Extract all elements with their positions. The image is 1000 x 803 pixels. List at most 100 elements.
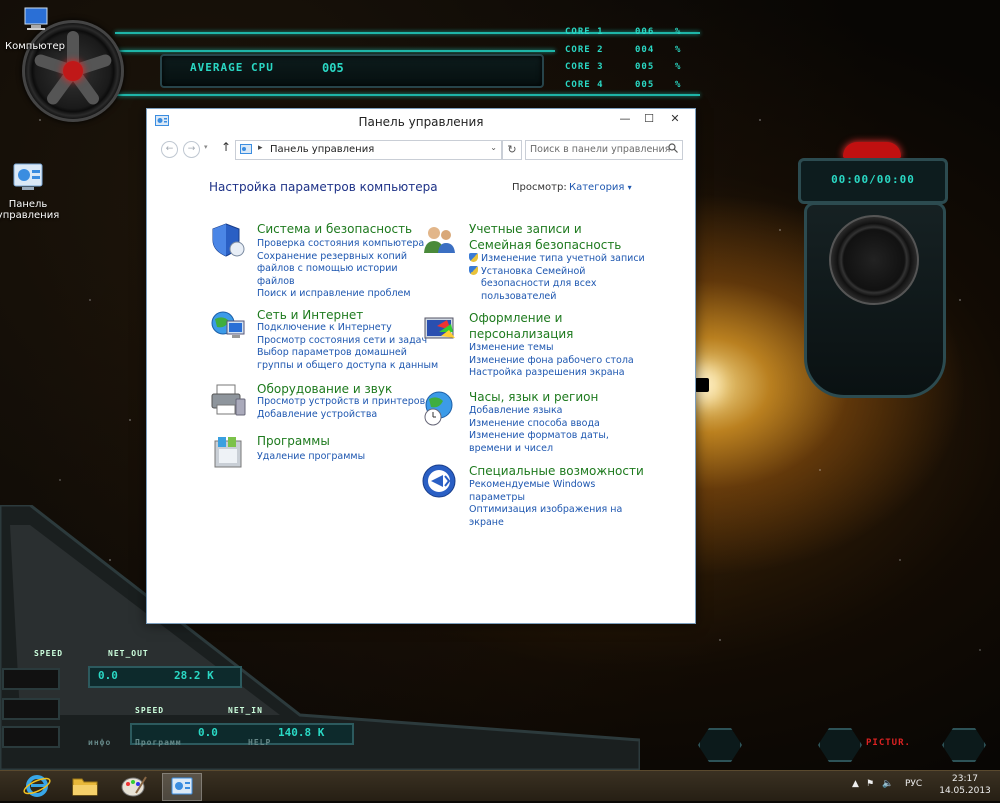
picture-label[interactable]: PICTUR. xyxy=(866,738,911,748)
media-timer-widget: 00:00/00:00 xyxy=(798,142,948,398)
category-link[interactable]: Изменение способа ввода xyxy=(469,418,609,431)
programs-icon xyxy=(214,437,242,468)
category-link[interactable]: Выбор параметров домашней xyxy=(257,347,438,360)
category-title[interactable]: Учетные записи и Семейная безопасность xyxy=(469,221,621,253)
core-row: CORE 4 005% xyxy=(565,79,682,90)
net-in-label: NET_IN xyxy=(228,706,263,715)
cpu-value: 005 xyxy=(322,61,344,75)
category-title[interactable]: Оборудование и звук xyxy=(257,381,392,397)
hud-bottom-label[interactable]: Программ xyxy=(135,738,182,747)
timer-display: 00:00/00:00 xyxy=(798,158,948,204)
search-icon[interactable] xyxy=(668,143,678,153)
core-row: CORE 1 006% xyxy=(565,27,682,37)
category-link[interactable]: группы и общего доступа к данным xyxy=(257,360,438,373)
category-link[interactable]: Изменение фона рабочего стола xyxy=(469,355,634,368)
clock[interactable]: 23:17 14.05.2013 xyxy=(935,773,995,797)
category-link[interactable]: Поиск и исправление проблем xyxy=(257,288,424,301)
breadcrumb[interactable]: Панель управления xyxy=(270,144,374,155)
up-arrow-icon[interactable]: ↑ xyxy=(221,140,231,154)
category-link[interactable]: файлов xyxy=(257,276,424,289)
jog-dial[interactable] xyxy=(829,215,919,305)
appearance-icon xyxy=(424,317,455,339)
hud-slot[interactable] xyxy=(2,698,60,720)
title-bar[interactable]: Панель управления — ☐ ✕ xyxy=(147,109,695,136)
taskbar-paint[interactable] xyxy=(114,773,152,799)
timer-body xyxy=(804,202,946,398)
category-link[interactable]: Просмотр состояния сети и задач xyxy=(257,335,438,348)
chevron-down-icon: ▾ xyxy=(627,183,632,192)
category-link[interactable]: Подключение к Интернету xyxy=(257,322,438,335)
net-out-value: 28.2 K xyxy=(174,669,214,682)
net-in-speed-label: SPEED xyxy=(135,706,165,715)
recent-dropdown-icon[interactable]: ▾ xyxy=(204,143,208,151)
net-out-label: NET_OUT xyxy=(108,649,149,658)
category-title[interactable]: Сеть и Интернет xyxy=(257,307,363,323)
tray-expand-icon[interactable]: ▲ xyxy=(852,779,859,789)
taskbar-internet-explorer[interactable] xyxy=(18,773,56,799)
category-link[interactable]: Проверка состояния компьютера xyxy=(257,238,424,251)
hud-slot[interactable] xyxy=(2,668,60,690)
category-link[interactable]: Сохранение резервных копий xyxy=(257,251,424,264)
category-links: Рекомендуемые Windows параметры Оптимиза… xyxy=(469,479,622,529)
chevron-down-icon[interactable]: ⌄ xyxy=(490,143,497,152)
core-meter: CORE 1 006% CORE 2 004% CORE 3 005% CORE 40… xyxy=(565,27,695,97)
desktop-icon-label: Панель управления xyxy=(0,199,60,221)
category-link[interactable]: Просмотр устройств и принтеров xyxy=(257,396,425,409)
category-user-accounts: Учетные записи и Семейная безопасность И… xyxy=(421,221,651,304)
action-center-flag-icon[interactable]: ⚑ xyxy=(866,779,874,789)
forward-arrow-icon[interactable]: → xyxy=(183,141,200,158)
category-link[interactable]: Изменение форматов даты, xyxy=(469,430,609,443)
close-button[interactable]: ✕ xyxy=(664,111,686,127)
desktop-icon-computer[interactable]: Компьютер xyxy=(0,4,70,52)
category-link[interactable]: времени и чисел xyxy=(469,443,609,456)
computer-icon xyxy=(24,7,48,30)
category-title[interactable]: Система и безопасность xyxy=(257,221,412,237)
taskbar-file-explorer[interactable] xyxy=(66,773,104,799)
category-link[interactable]: Рекомендуемые Windows xyxy=(469,479,622,492)
category-link[interactable]: безопасности для всех xyxy=(469,278,645,291)
category-link[interactable]: Добавление языка xyxy=(469,405,609,418)
accessibility-icon xyxy=(422,464,456,498)
category-title[interactable]: Оформление и персонализация xyxy=(469,310,573,342)
category-title[interactable]: Специальные возможности xyxy=(469,463,644,479)
control-panel-icon xyxy=(171,777,193,795)
category-link[interactable]: Настройка разрешения экрана xyxy=(469,367,634,380)
hud-bottom-label[interactable]: HELP xyxy=(248,738,271,747)
view-by-dropdown[interactable]: Категория ▾ xyxy=(569,182,632,193)
category-link[interactable]: Добавление устройства xyxy=(257,409,425,422)
window-title: Панель управления xyxy=(358,115,484,129)
refresh-button[interactable]: ↻ xyxy=(502,140,522,160)
speaker-muted-icon[interactable]: 🔈 xyxy=(882,779,893,789)
back-arrow-icon[interactable]: ← xyxy=(161,141,178,158)
language-indicator[interactable]: РУС xyxy=(905,779,922,789)
breadcrumb-separator-icon: ▸ xyxy=(258,143,263,153)
category-link[interactable]: параметры xyxy=(469,492,622,505)
desktop-icon-control-panel[interactable]: Панель управления xyxy=(0,162,63,221)
category-clock-region: Часы, язык и регион Добавление языка Изм… xyxy=(421,389,651,459)
category-link[interactable]: Удаление программы xyxy=(257,451,365,464)
net-in-value: 140.8 K xyxy=(278,726,325,739)
minimize-button[interactable]: — xyxy=(614,111,636,127)
taskbar-control-panel[interactable] xyxy=(162,773,202,801)
category-title[interactable]: Программы xyxy=(257,433,330,449)
category-link[interactable]: экране xyxy=(469,517,622,530)
maximize-button[interactable]: ☐ xyxy=(638,111,660,127)
category-title[interactable]: Часы, язык и регион xyxy=(469,389,598,405)
internet-explorer-icon xyxy=(23,775,51,797)
cpu-label: AVERAGE CPU xyxy=(190,61,274,74)
category-link[interactable]: Изменение темы xyxy=(469,342,634,355)
category-link[interactable]: Изменение типа учетной записи xyxy=(469,253,645,266)
hud-slot[interactable] xyxy=(2,726,60,748)
category-link[interactable]: пользователей xyxy=(469,291,645,304)
navigation-bar: ← → ▾ ↑ ▸ Панель управления ⌄ ↻ Поиск в … xyxy=(147,136,695,164)
category-link[interactable]: Оптимизация изображения на xyxy=(469,504,622,517)
search-input[interactable]: Поиск в панели управления xyxy=(525,140,683,160)
clock-globe-icon xyxy=(424,391,453,426)
address-bar[interactable]: ▸ Панель управления ⌄ xyxy=(235,140,502,160)
category-hardware-sound: Оборудование и звук Просмотр устройств и… xyxy=(209,381,439,425)
category-link[interactable]: Установка Семейной xyxy=(469,265,645,279)
shield-icon xyxy=(212,223,245,257)
category-link[interactable]: файлов с помощью истории xyxy=(257,263,424,276)
hud-bottom-label[interactable]: инфо xyxy=(88,738,111,747)
view-by-label: Просмотр: xyxy=(512,182,567,193)
